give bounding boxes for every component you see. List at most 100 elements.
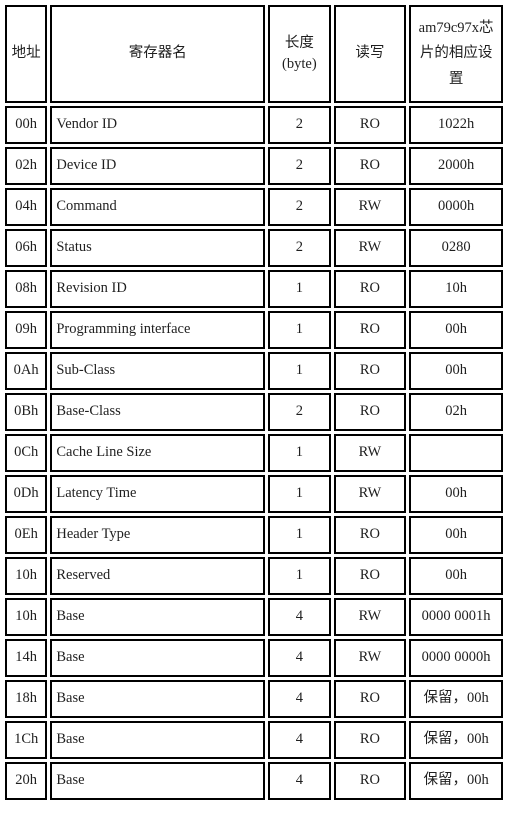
cell-length: 2 bbox=[268, 188, 331, 226]
table-row: 10h Reserved 1 RO 00h bbox=[5, 557, 503, 595]
cell-address: 20h bbox=[5, 762, 48, 800]
table-row: 20h Base 4 RO 保留，00h bbox=[5, 762, 503, 800]
cell-length: 1 bbox=[268, 270, 331, 308]
table-row: 00h Vendor ID 2 RO 1022h bbox=[5, 106, 503, 144]
cell-chip-setting: 0280 bbox=[409, 229, 503, 267]
cell-read-write: RW bbox=[333, 434, 407, 472]
column-header-length: 长度 (byte) bbox=[268, 5, 331, 103]
cell-read-write: RW bbox=[333, 229, 407, 267]
cell-register-name: Base bbox=[50, 762, 266, 800]
cell-read-write: RW bbox=[333, 188, 407, 226]
cell-register-name: Revision ID bbox=[50, 270, 266, 308]
pci-configuration-register-table: 地址 寄存器名 长度 (byte) 读写 am79c97x芯片的相应设置 00h… bbox=[2, 2, 506, 803]
cell-address: 0Dh bbox=[5, 475, 48, 513]
cell-register-name: Base bbox=[50, 680, 266, 718]
cell-read-write: RO bbox=[333, 516, 407, 554]
cell-length: 4 bbox=[268, 639, 331, 677]
cell-address: 08h bbox=[5, 270, 48, 308]
cell-address: 00h bbox=[5, 106, 48, 144]
column-header-length-line2: (byte) bbox=[282, 56, 317, 72]
cell-address: 10h bbox=[5, 598, 48, 636]
cell-length: 1 bbox=[268, 557, 331, 595]
cell-chip-setting: 00h bbox=[409, 557, 503, 595]
table-row: 14h Base 4 RW 0000 0000h bbox=[5, 639, 503, 677]
cell-chip-setting: 00h bbox=[409, 352, 503, 390]
cell-read-write: RO bbox=[333, 762, 407, 800]
cell-chip-setting: 00h bbox=[409, 516, 503, 554]
column-header-address: 地址 bbox=[5, 5, 48, 103]
cell-register-name: Base bbox=[50, 639, 266, 677]
cell-register-name: Latency Time bbox=[50, 475, 266, 513]
cell-register-name: Programming interface bbox=[50, 311, 266, 349]
table-row: 04h Command 2 RW 0000h bbox=[5, 188, 503, 226]
column-header-register-name: 寄存器名 bbox=[50, 5, 266, 103]
cell-read-write: RO bbox=[333, 106, 407, 144]
cell-chip-setting: 02h bbox=[409, 393, 503, 431]
cell-chip-setting bbox=[409, 434, 503, 472]
table-row: 10h Base 4 RW 0000 0001h bbox=[5, 598, 503, 636]
table-row: 0Bh Base-Class 2 RO 02h bbox=[5, 393, 503, 431]
cell-length: 4 bbox=[268, 598, 331, 636]
cell-read-write: RO bbox=[333, 147, 407, 185]
cell-chip-setting: 保留，00h bbox=[409, 680, 503, 718]
document-page: 地址 寄存器名 长度 (byte) 读写 am79c97x芯片的相应设置 00h… bbox=[0, 0, 510, 818]
cell-register-name: Device ID bbox=[50, 147, 266, 185]
table-row: 18h Base 4 RO 保留，00h bbox=[5, 680, 503, 718]
cell-chip-setting: 1022h bbox=[409, 106, 503, 144]
cell-register-name: Command bbox=[50, 188, 266, 226]
table-row: 0Eh Header Type 1 RO 00h bbox=[5, 516, 503, 554]
cell-read-write: RW bbox=[333, 475, 407, 513]
cell-length: 2 bbox=[268, 147, 331, 185]
table-row: 0Ah Sub-Class 1 RO 00h bbox=[5, 352, 503, 390]
cell-length: 4 bbox=[268, 762, 331, 800]
cell-address: 0Eh bbox=[5, 516, 48, 554]
cell-address: 0Bh bbox=[5, 393, 48, 431]
cell-length: 1 bbox=[268, 516, 331, 554]
table-header-row: 地址 寄存器名 长度 (byte) 读写 am79c97x芯片的相应设置 bbox=[5, 5, 503, 103]
cell-address: 10h bbox=[5, 557, 48, 595]
table-row: 02h Device ID 2 RO 2000h bbox=[5, 147, 503, 185]
table-row: 06h Status 2 RW 0280 bbox=[5, 229, 503, 267]
cell-length: 4 bbox=[268, 680, 331, 718]
cell-read-write: RO bbox=[333, 352, 407, 390]
cell-read-write: RO bbox=[333, 393, 407, 431]
column-header-chip-setting: am79c97x芯片的相应设置 bbox=[409, 5, 503, 103]
cell-address: 0Ah bbox=[5, 352, 48, 390]
cell-address: 18h bbox=[5, 680, 48, 718]
cell-register-name: Cache Line Size bbox=[50, 434, 266, 472]
cell-register-name: Base bbox=[50, 721, 266, 759]
cell-chip-setting: 00h bbox=[409, 475, 503, 513]
cell-chip-setting: 2000h bbox=[409, 147, 503, 185]
table-header: 地址 寄存器名 长度 (byte) 读写 am79c97x芯片的相应设置 bbox=[5, 5, 503, 103]
cell-address: 04h bbox=[5, 188, 48, 226]
cell-length: 2 bbox=[268, 106, 331, 144]
cell-chip-setting: 保留，00h bbox=[409, 762, 503, 800]
cell-address: 1Ch bbox=[5, 721, 48, 759]
column-header-length-line1: 长度 bbox=[284, 34, 314, 51]
cell-length: 1 bbox=[268, 311, 331, 349]
cell-length: 1 bbox=[268, 475, 331, 513]
table-row: 08h Revision ID 1 RO 10h bbox=[5, 270, 503, 308]
table-row: 09h Programming interface 1 RO 00h bbox=[5, 311, 503, 349]
cell-read-write: RO bbox=[333, 311, 407, 349]
cell-length: 1 bbox=[268, 352, 331, 390]
cell-length: 2 bbox=[268, 229, 331, 267]
table-row: 0Ch Cache Line Size 1 RW bbox=[5, 434, 503, 472]
cell-register-name: Vendor ID bbox=[50, 106, 266, 144]
cell-register-name: Base bbox=[50, 598, 266, 636]
cell-length: 4 bbox=[268, 721, 331, 759]
cell-chip-setting: 保留，00h bbox=[409, 721, 503, 759]
cell-length: 2 bbox=[268, 393, 331, 431]
cell-address: 02h bbox=[5, 147, 48, 185]
cell-chip-setting: 0000 0001h bbox=[409, 598, 503, 636]
cell-register-name: Status bbox=[50, 229, 266, 267]
cell-register-name: Sub-Class bbox=[50, 352, 266, 390]
cell-chip-setting: 10h bbox=[409, 270, 503, 308]
cell-register-name: Reserved bbox=[50, 557, 266, 595]
table-body: 00h Vendor ID 2 RO 1022h 02h Device ID 2 RO 2000h… bbox=[5, 106, 503, 800]
cell-address: 14h bbox=[5, 639, 48, 677]
cell-read-write: RW bbox=[333, 598, 407, 636]
cell-chip-setting: 0000h bbox=[409, 188, 503, 226]
table-row: 0Dh Latency Time 1 RW 00h bbox=[5, 475, 503, 513]
cell-read-write: RO bbox=[333, 721, 407, 759]
